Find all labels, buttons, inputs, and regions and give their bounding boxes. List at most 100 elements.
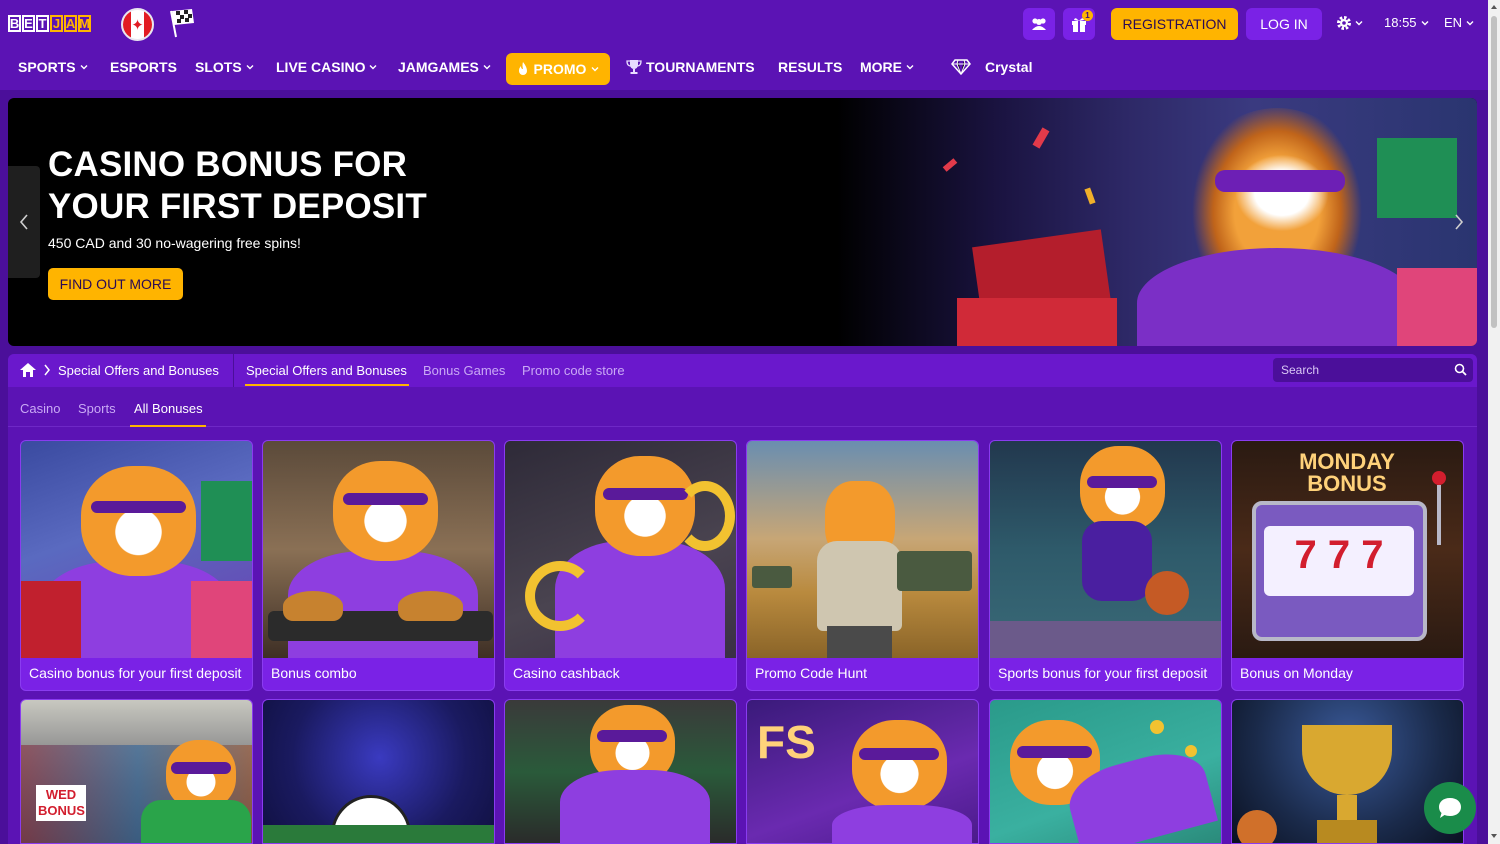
bonus-card-title: Sports bonus for your first deposit <box>998 665 1208 681</box>
bonus-card[interactable]: Casino bonus for your first deposit <box>20 440 253 691</box>
search-box <box>1273 358 1473 382</box>
hero-illustration <box>837 98 1477 346</box>
scroll-up-icon[interactable] <box>1490 3 1498 11</box>
bonus-card[interactable] <box>989 699 1222 844</box>
divider <box>233 354 234 387</box>
bonus-card-image: FS <box>747 700 978 843</box>
bonus-card-image <box>990 700 1221 843</box>
nav-jamgames[interactable]: JAMGAMES <box>398 59 491 75</box>
scrollbar-thumb[interactable] <box>1491 16 1497 328</box>
scroll-down-icon[interactable] <box>1490 832 1498 840</box>
chevron-down-icon <box>246 65 254 70</box>
bonus-card[interactable]: Casino cashback <box>504 440 737 691</box>
wed-bonus-sign: WED BONUS <box>36 785 86 821</box>
category-subtabs: Casino Sports All Bonuses <box>8 387 1477 427</box>
betjam-logo[interactable]: B E T J A M <box>8 15 91 32</box>
clock-dropdown[interactable]: 18:55 <box>1384 15 1429 30</box>
subtab-sports[interactable]: Sports <box>78 401 116 416</box>
trophy-icon <box>626 60 642 74</box>
gift-count-badge: 1 <box>1082 10 1093 21</box>
gear-icon <box>1337 16 1351 30</box>
search-icon[interactable] <box>1454 363 1467 376</box>
diamond-icon <box>951 59 971 75</box>
settings-menu[interactable] <box>1336 12 1363 34</box>
users-icon <box>1032 18 1046 30</box>
nav-more[interactable]: MORE <box>860 59 914 75</box>
bonus-card-title: Bonus on Monday <box>1240 665 1353 681</box>
nav-sports[interactable]: SPORTS <box>18 59 88 75</box>
tab-special-offers[interactable]: Special Offers and Bonuses <box>246 363 407 378</box>
bonus-card-image <box>263 700 494 843</box>
bonus-card-image: MONDAY BONUS 7 7 7 <box>1232 441 1463 658</box>
bonus-card-image <box>505 700 736 843</box>
bonus-card-title: Bonus combo <box>271 665 357 681</box>
registration-button[interactable]: REGISTRATION <box>1111 8 1238 40</box>
community-button[interactable] <box>1023 8 1055 40</box>
login-button[interactable]: LOG IN <box>1246 8 1322 40</box>
offers-tabs-bar: Special Offers and Bonuses Special Offer… <box>8 354 1477 387</box>
language-code: EN <box>1444 15 1463 30</box>
hero-subtitle: 450 CAD and 30 no-wagering free spins! <box>48 235 301 251</box>
page-scrollbar[interactable] <box>1488 0 1500 844</box>
gifts-button[interactable]: 1 <box>1063 8 1095 40</box>
chevron-down-icon <box>1355 21 1363 26</box>
hero-next-button[interactable] <box>1449 208 1469 236</box>
bonus-card-title: Casino cashback <box>513 665 620 681</box>
nav-esports[interactable]: ESPORTS <box>110 59 177 75</box>
main-nav: SPORTS ESPORTS SLOTS LIVE CASINO JAMGAME… <box>0 46 1488 90</box>
bonus-card-image <box>263 441 494 658</box>
nav-tournaments[interactable]: TOURNAMENTS <box>626 59 755 75</box>
find-out-more-button[interactable]: FIND OUT MORE <box>48 268 183 300</box>
top-bar: B E T J A M ✦ 1 REGISTRATION LOG IN 18:5… <box>0 0 1488 46</box>
active-subtab-indicator <box>130 425 206 427</box>
slot-reels: 7 7 7 <box>1294 533 1384 577</box>
active-tab-indicator <box>245 384 409 386</box>
current-time: 18:55 <box>1384 15 1417 30</box>
fire-icon <box>518 62 527 75</box>
arrow-left-icon <box>19 214 28 230</box>
checkered-flag-icon[interactable] <box>168 7 196 39</box>
chevron-right-icon <box>44 364 50 376</box>
bonus-card-image <box>21 441 252 658</box>
bonus-card[interactable]: Bonus combo <box>262 440 495 691</box>
nav-slots[interactable]: SLOTS <box>195 59 254 75</box>
bonus-card[interactable]: Sports bonus for your first deposit <box>989 440 1222 691</box>
bonus-card[interactable] <box>262 699 495 844</box>
subtab-all-bonuses[interactable]: All Bonuses <box>134 401 203 416</box>
arrow-right-icon <box>1455 214 1464 230</box>
nav-results[interactable]: RESULTS <box>778 59 842 75</box>
search-input[interactable] <box>1273 358 1449 382</box>
bonus-card-image: WED BONUS <box>21 700 252 843</box>
subtab-casino[interactable]: Casino <box>20 401 60 416</box>
tab-bonus-games[interactable]: Bonus Games <box>423 363 505 378</box>
chevron-down-icon <box>1421 20 1429 25</box>
chevron-down-icon <box>1466 20 1474 25</box>
bonus-card-image <box>747 441 978 658</box>
canada-flag-icon[interactable]: ✦ <box>121 8 154 41</box>
nav-crystal[interactable]: Crystal <box>951 59 1032 75</box>
bonus-card[interactable]: WED BONUS <box>20 699 253 844</box>
bonus-card-image <box>505 441 736 658</box>
bonus-card[interactable]: FS <box>746 699 979 844</box>
chevron-down-icon <box>80 65 88 70</box>
nav-promo[interactable]: PROMO <box>506 53 610 85</box>
tab-promo-code-store[interactable]: Promo code store <box>522 363 625 378</box>
monday-bonus-sign: MONDAY BONUS <box>1299 449 1395 496</box>
chevron-down-icon <box>906 65 914 70</box>
chevron-down-icon <box>369 65 377 70</box>
hero-banner[interactable]: CASINO BONUS FOR YOUR FIRST DEPOSIT 450 … <box>8 98 1477 346</box>
bonus-card[interactable]: Promo Code Hunt <box>746 440 979 691</box>
home-icon[interactable] <box>20 363 36 377</box>
nav-live-casino[interactable]: LIVE CASINO <box>276 59 377 75</box>
hero-prev-button[interactable] <box>8 166 40 278</box>
bonus-card-title: Promo Code Hunt <box>755 665 868 681</box>
bonus-card-title: Casino bonus for your first deposit <box>29 665 242 681</box>
bonus-card[interactable]: MONDAY BONUS 7 7 7 Bonus on Monday <box>1231 440 1464 691</box>
language-dropdown[interactable]: EN <box>1444 15 1474 30</box>
live-chat-button[interactable] <box>1424 782 1476 834</box>
chevron-down-icon <box>483 65 491 70</box>
bonus-card-image <box>990 441 1221 658</box>
breadcrumb-current[interactable]: Special Offers and Bonuses <box>58 363 219 378</box>
bonus-card[interactable] <box>504 699 737 844</box>
free-spins-sign: FS <box>757 716 816 768</box>
